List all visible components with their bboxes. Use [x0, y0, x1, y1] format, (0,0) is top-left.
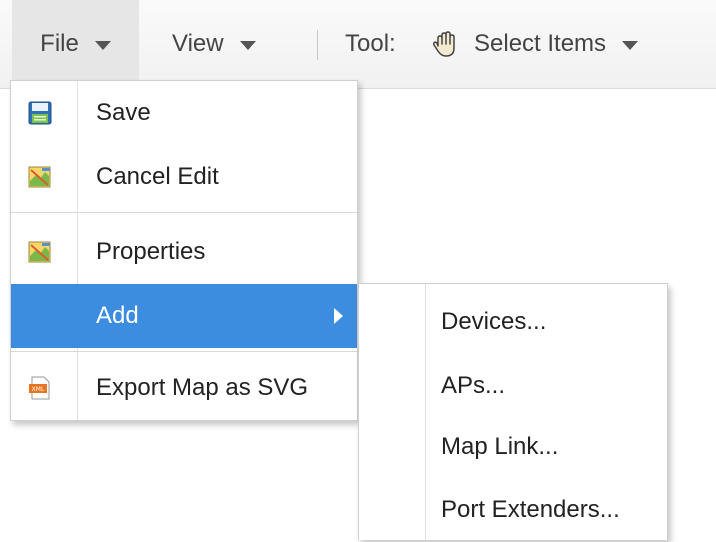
menu-item-label: Export Map as SVG	[96, 374, 309, 401]
submenu-item-label: Devices...	[441, 308, 547, 335]
submenu-item-label: Port Extenders...	[441, 496, 620, 523]
submenu-item-port-extenders[interactable]: Port Extenders...	[359, 478, 667, 542]
map-edit-icon	[28, 241, 51, 263]
xml-export-icon: XML	[29, 376, 50, 400]
menu-item-label: Save	[96, 99, 151, 126]
svg-text:XML: XML	[32, 386, 45, 393]
file-dropdown-menu: Save Cancel Edit Properties Add XML Expo…	[10, 80, 358, 421]
menu-item-label: Properties	[96, 238, 206, 265]
menu-item-cancel-edit[interactable]: Cancel Edit	[11, 145, 357, 209]
tool-label-text: Tool:	[345, 30, 396, 57]
menu-divider	[11, 351, 357, 352]
toolbar-separator	[317, 30, 318, 60]
submenu-item-map-link[interactable]: Map Link...	[359, 415, 667, 479]
menu-item-export-svg[interactable]: XML Export Map as SVG	[11, 356, 357, 420]
chevron-down-icon	[94, 40, 111, 50]
menu-item-label: Add	[96, 302, 139, 329]
hand-icon	[432, 31, 455, 57]
file-menu-button[interactable]: File	[12, 0, 139, 88]
add-submenu: Devices... APs... Map Link... Port Exten…	[358, 283, 668, 540]
submenu-item-aps[interactable]: APs...	[359, 354, 667, 418]
save-icon	[28, 101, 52, 125]
menu-item-save[interactable]: Save	[11, 81, 357, 145]
menu-divider	[11, 212, 357, 213]
chevron-down-icon	[239, 40, 256, 50]
menu-item-properties[interactable]: Properties	[11, 220, 357, 284]
map-edit-icon	[28, 166, 51, 188]
submenu-item-label: Map Link...	[441, 433, 559, 460]
tool-label: Tool:	[345, 0, 396, 88]
view-menu-button[interactable]: View	[172, 0, 256, 88]
view-menu-label: View	[172, 30, 224, 57]
chevron-right-icon	[334, 308, 343, 324]
submenu-item-label: APs...	[441, 372, 506, 399]
toolbar: File View Tool: Select Items	[0, 0, 716, 89]
select-items-tool-dropdown[interactable]: Select Items	[430, 0, 639, 88]
select-items-label: Select Items	[474, 30, 607, 57]
chevron-down-icon	[622, 40, 639, 50]
file-menu-label: File	[40, 30, 79, 57]
submenu-item-devices[interactable]: Devices...	[359, 290, 667, 354]
menu-item-add[interactable]: Add	[11, 284, 357, 348]
menu-item-label: Cancel Edit	[96, 163, 219, 190]
